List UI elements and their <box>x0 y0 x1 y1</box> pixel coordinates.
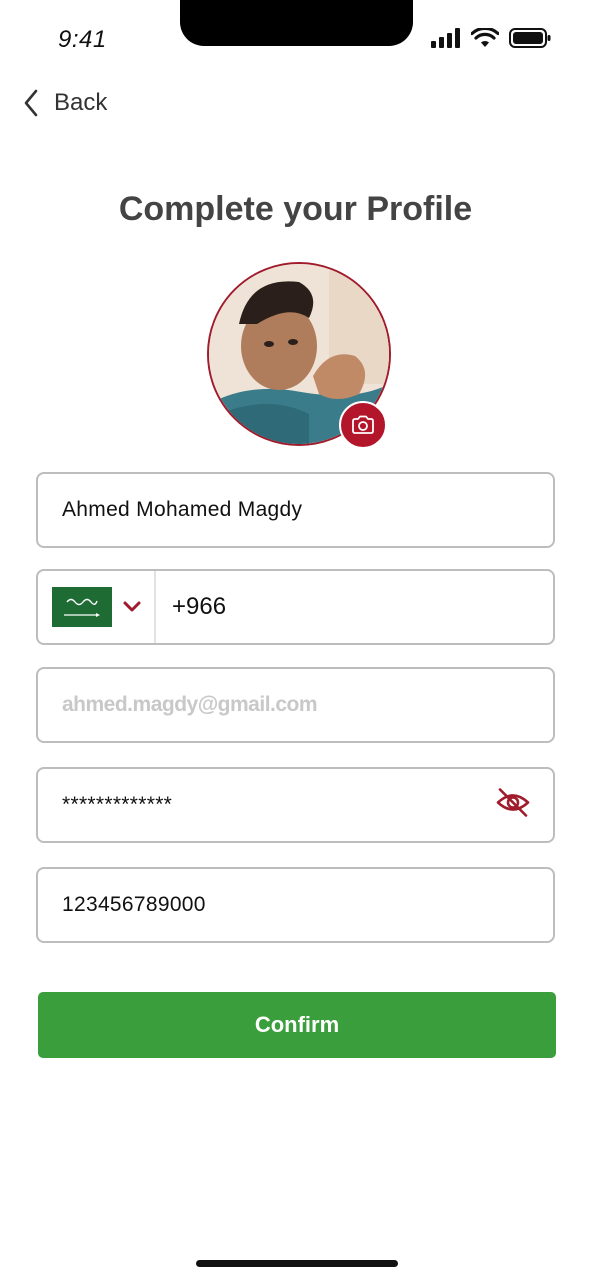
full-name-value: Ahmed Mohamed Magdy <box>62 498 303 521</box>
password-field[interactable]: ************* <box>36 767 555 843</box>
phone-country-code: +966 <box>172 593 227 620</box>
status-icons <box>431 28 551 48</box>
wifi-icon <box>471 28 499 47</box>
phone-field[interactable]: +966 <box>36 569 555 645</box>
home-indicator <box>196 1260 398 1267</box>
eye-off-icon <box>496 788 530 817</box>
back-button[interactable]: Back <box>22 88 107 118</box>
password-value: ************* <box>62 793 173 816</box>
flag-script-icon <box>66 598 98 606</box>
device-notch <box>180 0 413 46</box>
saudi-flag-icon <box>52 587 112 627</box>
flag-sword-icon <box>64 613 100 617</box>
id-number-field[interactable]: 123456789000 <box>36 867 555 943</box>
toggle-password-visibility[interactable] <box>495 787 531 824</box>
email-field[interactable]: ahmed.magdy@gmail.com <box>36 667 555 743</box>
country-code-selector[interactable] <box>38 571 156 643</box>
camera-icon <box>352 415 374 434</box>
back-label: Back <box>54 89 108 116</box>
id-number-value: 123456789000 <box>62 893 206 916</box>
chevron-down-icon <box>123 601 141 612</box>
chevron-left-icon <box>24 89 38 117</box>
confirm-button[interactable]: Confirm <box>38 992 556 1058</box>
page-title: Complete your Profile <box>118 190 473 228</box>
email-value: ahmed.magdy@gmail.com <box>62 693 318 716</box>
cellular-signal-icon <box>431 28 460 48</box>
status-time: 9:41 <box>58 26 107 53</box>
change-photo-button[interactable] <box>339 401 387 449</box>
full-name-field[interactable]: Ahmed Mohamed Magdy <box>36 472 555 548</box>
battery-icon <box>509 28 551 48</box>
